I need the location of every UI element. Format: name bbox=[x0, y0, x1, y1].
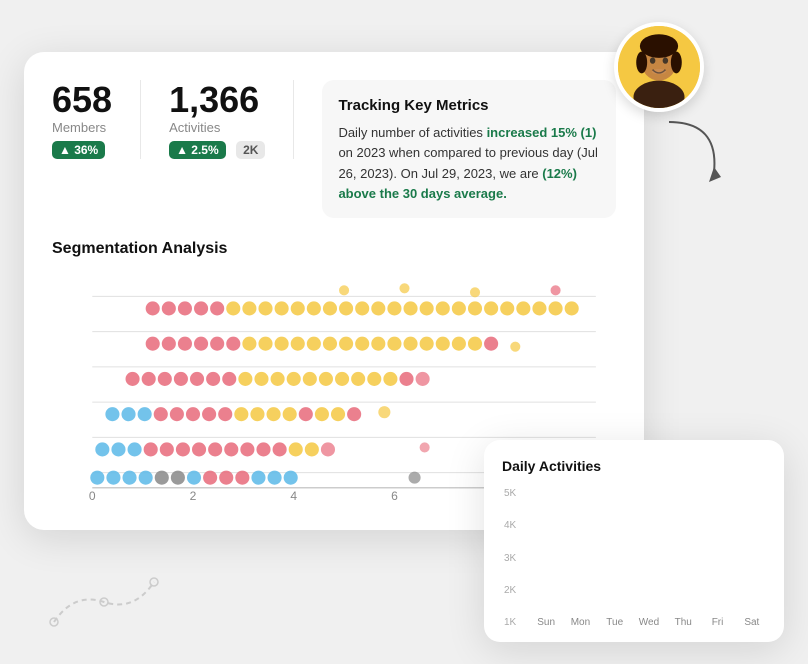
bar-chart: Sun Mon Tue Wed Thu Fri Sat bbox=[532, 488, 766, 628]
bar-group: Mon bbox=[566, 612, 594, 628]
bar-label-sun: Sun bbox=[537, 617, 555, 628]
svg-text:0: 0 bbox=[89, 489, 96, 502]
members-value: 658 bbox=[52, 80, 112, 120]
bar-label-sat: Sat bbox=[744, 617, 759, 628]
curve-arrow bbox=[649, 112, 729, 192]
activities-value: 1,366 bbox=[169, 80, 265, 120]
y-axis: 5K 4K 3K 2K 1K bbox=[504, 488, 516, 628]
bar-label-tue: Tue bbox=[606, 617, 623, 628]
y-label-5k: 5K bbox=[504, 488, 516, 499]
bar-group: Thu bbox=[669, 612, 697, 628]
bar-chart-area: 5K 4K 3K 2K 1K SunMonTueWedThuFriSat bbox=[532, 488, 766, 628]
bar-label-wed: Wed bbox=[639, 617, 659, 628]
tracking-highlight1: increased 15% (1) bbox=[487, 125, 597, 140]
tracking-box: Tracking Key Metrics Daily number of act… bbox=[322, 80, 616, 218]
y-label-4k: 4K bbox=[504, 520, 516, 531]
members-badge: ▲ 36% bbox=[52, 141, 105, 159]
bar-label-fri: Fri bbox=[712, 617, 724, 628]
bar-group: Tue bbox=[601, 612, 629, 628]
metrics-row: 658 Members ▲ 36% 1,366 Activities ▲ 2.5… bbox=[52, 80, 616, 218]
members-metric: 658 Members ▲ 36% bbox=[52, 80, 141, 159]
y-label-2k: 2K bbox=[504, 585, 516, 596]
decorative-dashes bbox=[44, 572, 164, 632]
activities-badge1: ▲ 2.5% bbox=[169, 141, 226, 159]
bar-label-mon: Mon bbox=[571, 617, 590, 628]
y-label-1k: 1K bbox=[504, 617, 516, 628]
svg-text:4: 4 bbox=[290, 489, 297, 502]
bar-group: Sat bbox=[738, 612, 766, 628]
svg-text:6: 6 bbox=[391, 489, 398, 502]
avatar bbox=[614, 22, 704, 112]
activities-badge2: 2K bbox=[236, 141, 265, 159]
tracking-body1: Daily number of activities bbox=[338, 125, 486, 140]
bar-group: Fri bbox=[703, 612, 731, 628]
activities-metric: 1,366 Activities ▲ 2.5% 2K bbox=[169, 80, 294, 159]
bar-group: Sun bbox=[532, 612, 560, 628]
svg-text:2: 2 bbox=[190, 489, 197, 502]
y-label-3k: 3K bbox=[504, 553, 516, 564]
daily-activities-title: Daily Activities bbox=[502, 458, 766, 474]
bar-label-thu: Thu bbox=[675, 617, 692, 628]
daily-activities-card: Daily Activities 5K 4K 3K 2K 1K Sun Mon Tu… bbox=[484, 440, 784, 642]
segmentation-title: Segmentation Analysis bbox=[52, 240, 616, 258]
members-label: Members bbox=[52, 120, 112, 135]
tracking-title: Tracking Key Metrics bbox=[338, 94, 600, 117]
bar-group: Wed bbox=[635, 612, 663, 628]
activities-label: Activities bbox=[169, 120, 265, 135]
